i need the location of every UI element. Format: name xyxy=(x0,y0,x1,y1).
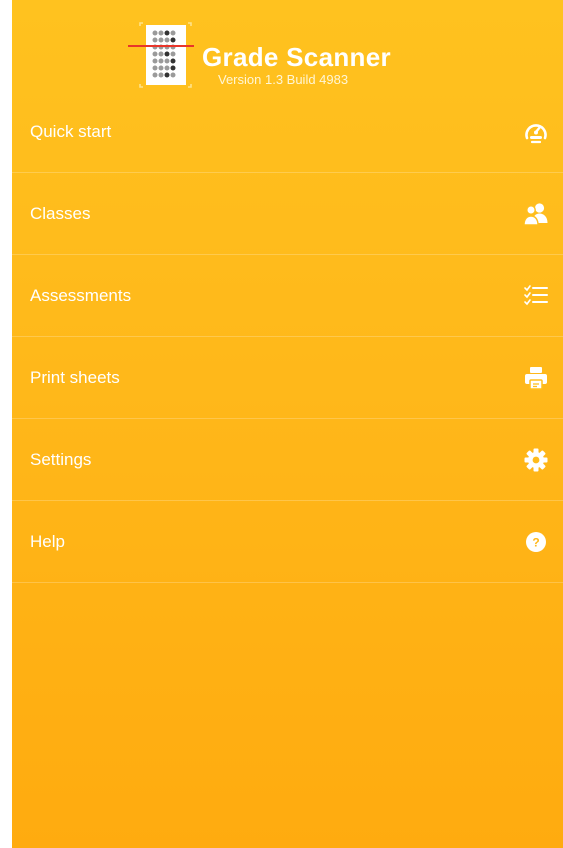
help-icon-glyph: ? xyxy=(532,535,539,549)
menu-item-label: Print sheets xyxy=(30,367,120,387)
menu-item-label: Help xyxy=(30,531,65,551)
menu-item-help[interactable]: Help ? xyxy=(12,501,563,583)
speedometer-icon xyxy=(523,119,549,145)
menu-item-classes[interactable]: Classes xyxy=(12,173,563,255)
app-title: Grade Scanner xyxy=(202,42,391,72)
side-menu-panel: Grade Scanner Version 1.3 Build 4983 Qui… xyxy=(12,0,563,848)
menu-item-label: Settings xyxy=(30,449,92,469)
grade-scanner-logo xyxy=(128,22,194,88)
menu-item-label: Classes xyxy=(30,203,91,223)
app-header: Grade Scanner Version 1.3 Build 4983 xyxy=(12,0,563,92)
menu-item-assessments[interactable]: Assessments xyxy=(12,255,563,337)
help-icon: ? xyxy=(523,529,549,555)
checklist-icon xyxy=(523,283,549,309)
menu-item-label: Quick start xyxy=(30,122,112,141)
menu-item-quick-start[interactable]: Quick start xyxy=(12,92,563,173)
gear-icon xyxy=(523,447,549,473)
menu-item-settings[interactable]: Settings xyxy=(12,419,563,501)
main-menu: Quick start Classes Assessments Print sh… xyxy=(12,92,563,583)
app-version: Version 1.3 Build 4983 xyxy=(218,72,349,87)
menu-item-label: Assessments xyxy=(30,285,132,305)
users-icon xyxy=(523,201,549,227)
printer-icon xyxy=(523,365,549,391)
menu-item-print-sheets[interactable]: Print sheets xyxy=(12,337,563,419)
